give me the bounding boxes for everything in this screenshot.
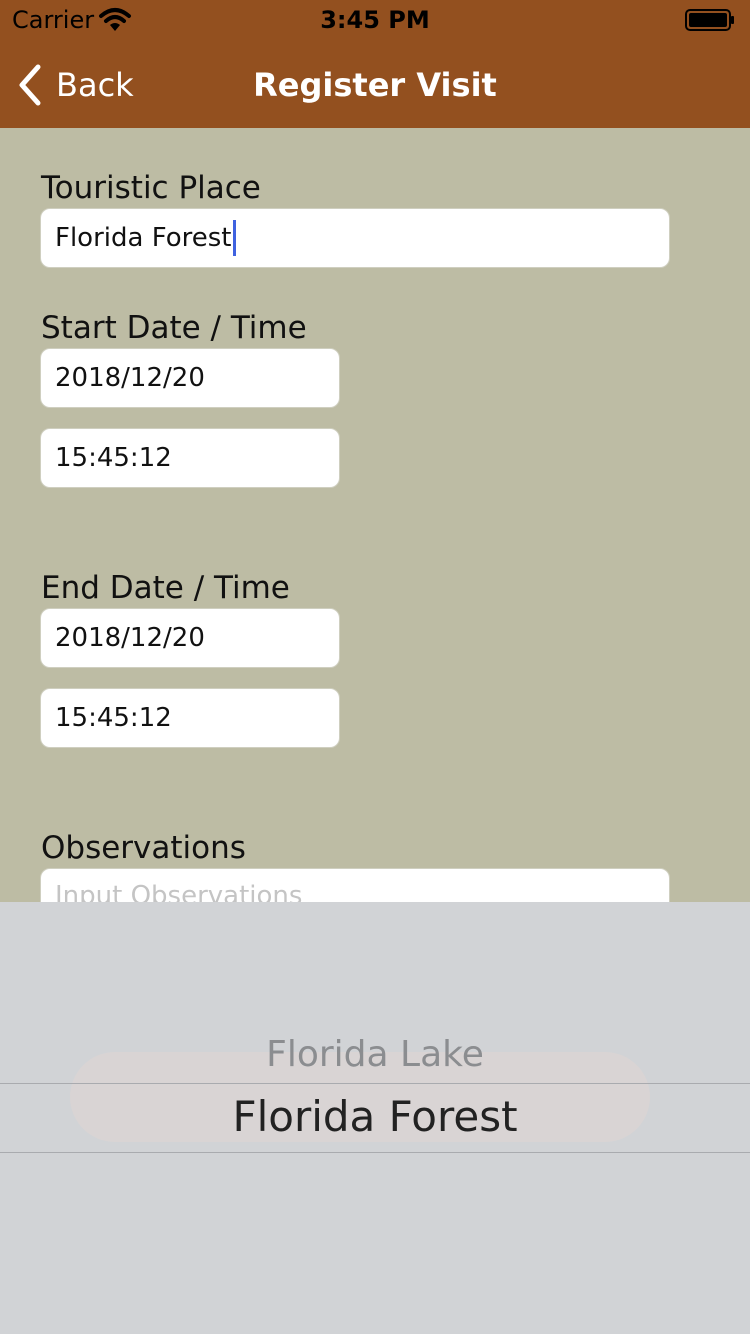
end-date-time-label: End Date / Time (41, 570, 290, 606)
picker-divider-bottom (0, 1152, 750, 1153)
place-picker[interactable]: Florida Lake Florida Forest (0, 902, 750, 1334)
status-bar: Carrier 3:45 PM (0, 0, 750, 40)
picker-divider-top (0, 1083, 750, 1084)
text-cursor (232, 220, 236, 256)
start-time-value: 15:45:12 (55, 443, 172, 473)
picker-selected-option[interactable]: Florida Forest (0, 1092, 750, 1141)
start-time-field[interactable]: 15:45:12 (40, 428, 340, 488)
end-date-field[interactable]: 2018/12/20 (40, 608, 340, 668)
start-date-value: 2018/12/20 (55, 363, 205, 393)
touristic-place-field[interactable]: Florida Forest (40, 208, 670, 268)
page-title: Register Visit (253, 66, 497, 104)
start-date-field[interactable]: 2018/12/20 (40, 348, 340, 408)
touristic-place-value: Florida Forest (55, 223, 232, 253)
status-time: 3:45 PM (320, 6, 430, 34)
start-date-time-label: Start Date / Time (41, 310, 307, 346)
touristic-place-label: Touristic Place (41, 170, 261, 206)
end-time-field[interactable]: 15:45:12 (40, 688, 340, 748)
end-date-value: 2018/12/20 (55, 623, 205, 653)
end-time-value: 15:45:12 (55, 703, 172, 733)
battery-icon (685, 9, 734, 31)
observations-label: Observations (41, 830, 246, 866)
navigation-bar: Back Register Visit (0, 40, 750, 128)
picker-option[interactable]: Florida Lake (0, 1034, 750, 1075)
